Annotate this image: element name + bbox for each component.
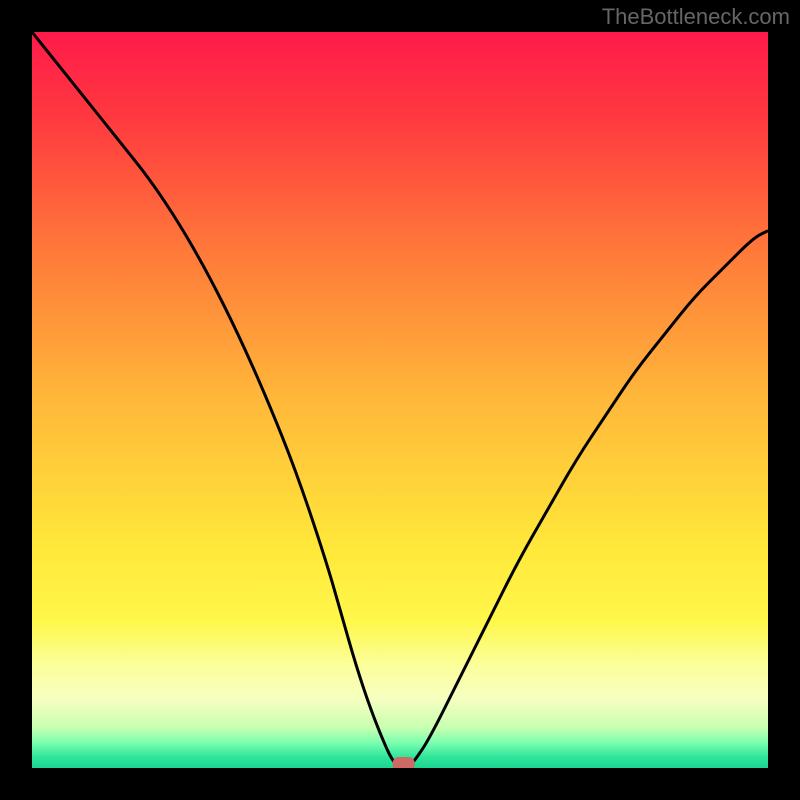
watermark-text: TheBottleneck.com: [602, 4, 790, 30]
plot-area: [32, 32, 768, 768]
minimum-marker: [393, 757, 415, 768]
chart-frame: TheBottleneck.com: [0, 0, 800, 800]
marker-rect: [393, 757, 415, 768]
gradient-rect: [32, 32, 768, 768]
plot-svg: [32, 32, 768, 768]
